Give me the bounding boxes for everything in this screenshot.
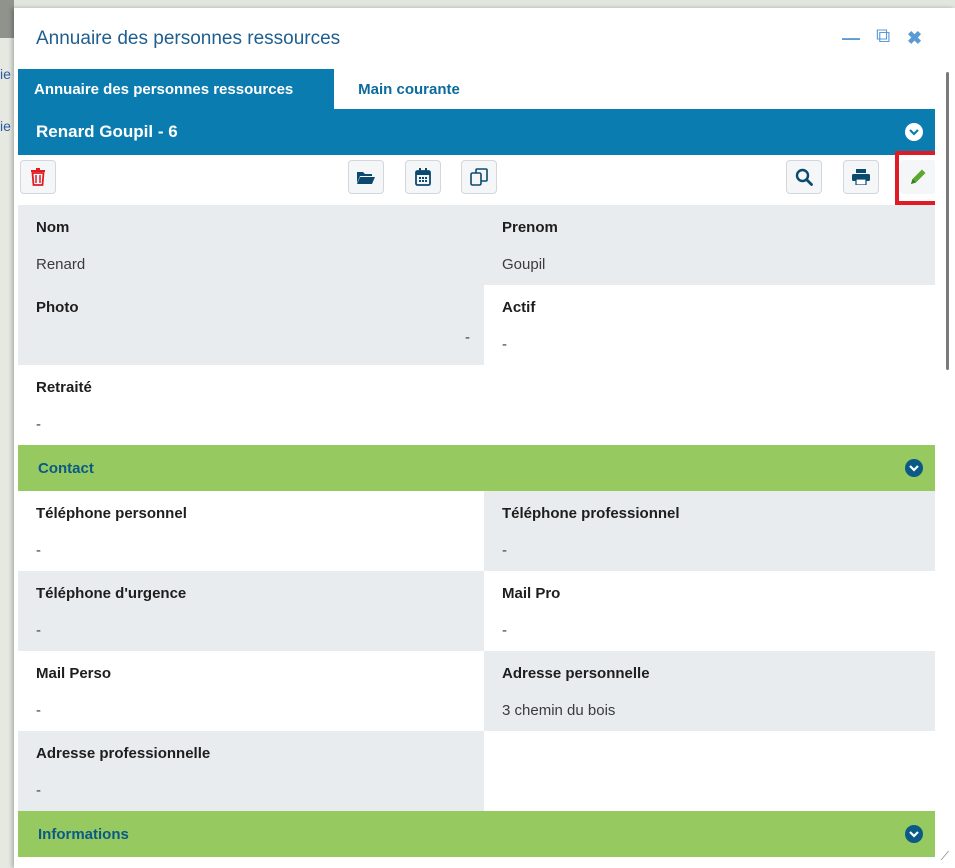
record-header[interactable]: Renard Goupil - 6 xyxy=(18,109,935,155)
dialog-window: Annuaire des personnes ressources — ⧉ ✖ … xyxy=(14,8,955,868)
open-button[interactable] xyxy=(348,160,384,194)
tab-bar: Annuaire des personnes ressources Main c… xyxy=(18,69,484,109)
field-empty xyxy=(484,365,935,445)
window-titlebar[interactable]: Annuaire des personnes ressources — ⧉ ✖ xyxy=(14,8,955,72)
field-actif: Actif - xyxy=(484,285,935,365)
print-button[interactable] xyxy=(843,160,879,194)
field-value: - xyxy=(36,416,41,433)
chevron-down-icon[interactable] xyxy=(905,825,923,843)
folder-open-icon xyxy=(357,172,375,184)
field-value: - xyxy=(465,329,470,346)
trash-icon xyxy=(31,168,45,186)
scrollbar[interactable] xyxy=(946,72,949,370)
field-value: - xyxy=(36,542,41,559)
field-label: Mail Perso xyxy=(36,665,112,682)
field-value: - xyxy=(36,622,41,639)
field-label: Adresse professionnelle xyxy=(36,745,211,762)
contact-fields: Téléphone personnel - Téléphone professi… xyxy=(18,491,935,811)
field-label: Photo xyxy=(36,299,79,316)
field-nom: Nom Renard xyxy=(18,205,484,285)
close-icon[interactable]: ✖ xyxy=(907,28,922,49)
section-title: Contact xyxy=(38,459,94,477)
minimize-icon[interactable]: — xyxy=(842,28,860,49)
field-telephone-professionnel: Téléphone professionnel - xyxy=(484,491,935,571)
field-value: - xyxy=(36,782,41,799)
copy-icon xyxy=(470,168,488,186)
field-label: Mail Pro xyxy=(502,585,561,602)
field-label: Adresse personnelle xyxy=(502,665,650,682)
section-informations-header[interactable]: Informations xyxy=(18,811,935,857)
field-value: - xyxy=(502,622,507,639)
calendar-icon xyxy=(415,168,431,186)
field-mail-pro: Mail Pro - xyxy=(484,571,935,651)
field-value: - xyxy=(36,702,41,719)
map-fragment xyxy=(0,0,14,38)
background-map: ie ie xyxy=(0,0,14,868)
map-text: ie xyxy=(0,66,11,82)
record-toolbar xyxy=(18,151,935,205)
search-icon xyxy=(795,168,813,186)
delete-button[interactable] xyxy=(20,160,56,194)
field-value: - xyxy=(502,336,507,353)
field-value: Renard xyxy=(36,256,86,273)
edit-button-highlight xyxy=(895,151,935,205)
section-title: Informations xyxy=(38,825,129,843)
main-fields: Nom Renard Prenom Goupil Photo - Actif -… xyxy=(18,205,935,445)
map-text: ie xyxy=(0,118,11,134)
field-label: Téléphone personnel xyxy=(36,505,187,522)
field-telephone-personnel: Téléphone personnel - xyxy=(18,491,484,571)
tab-annuaire[interactable]: Annuaire des personnes ressources xyxy=(18,69,334,109)
field-label: Actif xyxy=(502,299,536,316)
section-contact-header[interactable]: Contact xyxy=(18,445,935,491)
field-label: Retraité xyxy=(36,379,92,396)
tab-main-courante[interactable]: Main courante xyxy=(334,69,484,109)
resize-handle-icon[interactable]: ⟋ xyxy=(941,849,949,864)
restore-icon[interactable]: ⧉ xyxy=(876,25,890,48)
field-mail-perso: Mail Perso - xyxy=(18,651,484,731)
chevron-down-icon[interactable] xyxy=(905,123,923,141)
field-adresse-personnelle: Adresse personnelle 3 chemin du bois xyxy=(484,651,935,731)
record-title: Renard Goupil - 6 xyxy=(36,122,178,141)
field-telephone-urgence: Téléphone d'urgence - xyxy=(18,571,484,651)
window-title: Annuaire des personnes ressources xyxy=(36,28,341,49)
field-value: - xyxy=(502,542,507,559)
duplicate-button[interactable] xyxy=(461,160,497,194)
print-icon xyxy=(852,169,870,185)
field-retraite: Retraité - xyxy=(18,365,484,445)
field-label: Téléphone professionnel xyxy=(502,505,680,522)
field-prenom: Prenom Goupil xyxy=(484,205,935,285)
calendar-button[interactable] xyxy=(405,160,441,194)
field-value: 3 chemin du bois xyxy=(502,702,616,719)
field-adresse-professionnelle: Adresse professionnelle - xyxy=(18,731,484,811)
chevron-down-icon[interactable] xyxy=(905,459,923,477)
search-button[interactable] xyxy=(786,160,822,194)
field-empty xyxy=(484,731,935,811)
record-panel: Renard Goupil - 6 Nom Renard Prenom Goup… xyxy=(18,109,935,868)
field-label: Téléphone d'urgence xyxy=(36,585,187,602)
field-label: Nom xyxy=(36,219,70,236)
field-label: Prenom xyxy=(502,219,558,236)
field-photo: Photo - xyxy=(18,285,484,365)
field-value: Goupil xyxy=(502,256,546,273)
